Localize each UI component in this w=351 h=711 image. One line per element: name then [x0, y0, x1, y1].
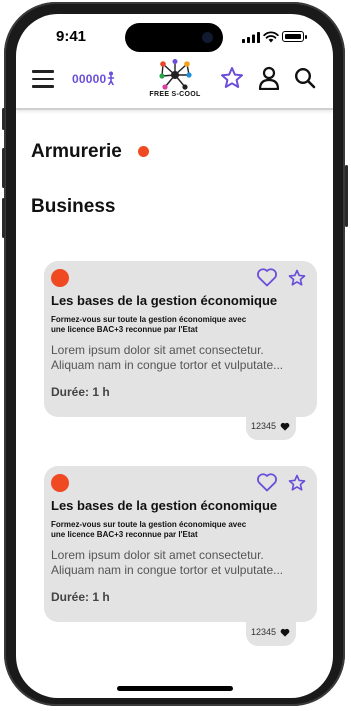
star-icon[interactable]: [220, 66, 244, 90]
volume-up-button: [2, 148, 5, 188]
points-value: 00000: [72, 72, 107, 86]
points-counter[interactable]: 00000: [72, 71, 116, 86]
course-card[interactable]: Les bases de la gestion économique Forme…: [44, 466, 317, 622]
course-description-line: Aliquam nam in congue tortor et vulputat…: [51, 358, 284, 372]
search-icon[interactable]: [294, 67, 316, 89]
mute-switch: [2, 108, 5, 130]
course-duration: Durée: 1 h: [51, 590, 110, 604]
star-icon[interactable]: [288, 269, 306, 287]
section-title-business[interactable]: Business: [31, 196, 115, 218]
logo-text: FREE S-COOL: [149, 91, 201, 98]
heart-filled-icon: [280, 628, 290, 637]
heart-filled-icon: [280, 422, 290, 431]
course-subtitle-line: une licence BAC+3 reconnue par l'Etat: [51, 325, 198, 334]
power-button: [345, 165, 348, 227]
course-subtitle-line: Formez-vous sur toute la gestion économi…: [51, 520, 247, 529]
course-description: Lorem ipsum dolor sit amet consectetur. …: [51, 343, 313, 373]
heart-icon[interactable]: [256, 472, 278, 492]
likes-count: 12345: [251, 421, 277, 431]
heart-icon[interactable]: [256, 267, 278, 287]
course-description-line: Lorem ipsum dolor sit amet consectetur.: [51, 343, 264, 357]
course-status-dot: [51, 474, 69, 492]
volume-down-button: [2, 198, 5, 238]
course-description: Lorem ipsum dolor sit amet consectetur. …: [51, 548, 313, 578]
course-status-dot: [51, 269, 69, 287]
home-indicator[interactable]: [117, 686, 233, 691]
course-subtitle-line: Formez-vous sur toute la gestion économi…: [51, 315, 247, 324]
coin-person-icon: [108, 71, 115, 85]
wifi-icon: [263, 31, 279, 43]
status-time: 9:41: [56, 28, 87, 45]
user-icon[interactable]: [258, 66, 280, 90]
section-notification-dot: [138, 146, 149, 157]
course-title: Les bases de la gestion économique: [51, 498, 278, 513]
course-description-line: Aliquam nam in congue tortor et vulputat…: [51, 563, 284, 577]
screen: 9:41 00000 FREE S-COOL Armurerie Busines…: [16, 14, 333, 698]
network-logo-icon: [159, 59, 192, 90]
course-title: Les bases de la gestion économique: [51, 293, 278, 308]
likes-badge: 12345: [246, 416, 296, 440]
course-card[interactable]: Les bases de la gestion économique Forme…: [44, 261, 317, 417]
dynamic-island: [125, 23, 223, 52]
battery-icon: [282, 31, 307, 42]
course-subtitle: Formez-vous sur toute la gestion économi…: [51, 315, 313, 335]
course-duration: Durée: 1 h: [51, 385, 110, 399]
signal-icon: [242, 32, 260, 43]
likes-badge: 12345: [246, 622, 296, 646]
camera-icon: [202, 32, 213, 43]
top-navigation-bar: 00000 FREE S-COOL: [16, 58, 333, 110]
status-bar: 9:41: [16, 14, 333, 58]
star-icon[interactable]: [288, 474, 306, 492]
course-subtitle: Formez-vous sur toute la gestion économi…: [51, 520, 313, 540]
menu-icon[interactable]: [32, 70, 54, 88]
course-description-line: Lorem ipsum dolor sit amet consectetur.: [51, 548, 264, 562]
likes-count: 12345: [251, 627, 277, 637]
course-subtitle-line: une licence BAC+3 reconnue par l'Etat: [51, 530, 198, 539]
free-scool-logo[interactable]: FREE S-COOL: [144, 59, 206, 103]
section-title-armurerie[interactable]: Armurerie: [31, 141, 122, 163]
